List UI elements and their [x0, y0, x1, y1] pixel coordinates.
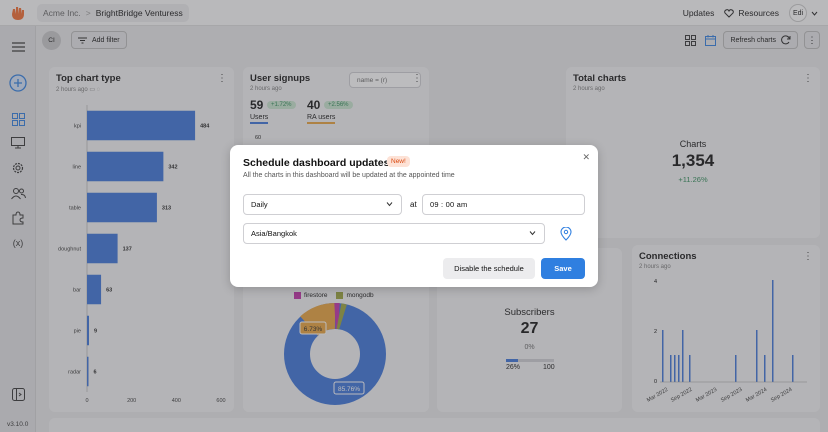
pin-icon[interactable]: [560, 227, 572, 241]
modal-subtitle: All the charts in this dashboard will be…: [243, 172, 455, 179]
time-input[interactable]: 09 : 00 am: [422, 194, 585, 215]
new-badge: New!: [387, 156, 410, 167]
frequency-select[interactable]: Daily: [243, 194, 402, 215]
chevron-down-icon: [386, 202, 393, 207]
disable-schedule-button[interactable]: Disable the schedule: [443, 258, 535, 279]
frequency-value: Daily: [251, 200, 268, 209]
timezone-select[interactable]: Asia/Bangkok: [243, 223, 545, 244]
at-label: at: [410, 200, 417, 209]
modal-title: Schedule dashboard updates: [243, 157, 390, 169]
chevron-down-icon: [529, 231, 536, 236]
close-icon[interactable]: ✕: [582, 152, 590, 163]
schedule-modal: Schedule dashboard updates New! All the …: [230, 145, 598, 287]
save-button[interactable]: Save: [541, 258, 585, 279]
time-value: 09 : 00 am: [430, 200, 468, 209]
timezone-value: Asia/Bangkok: [251, 229, 297, 238]
